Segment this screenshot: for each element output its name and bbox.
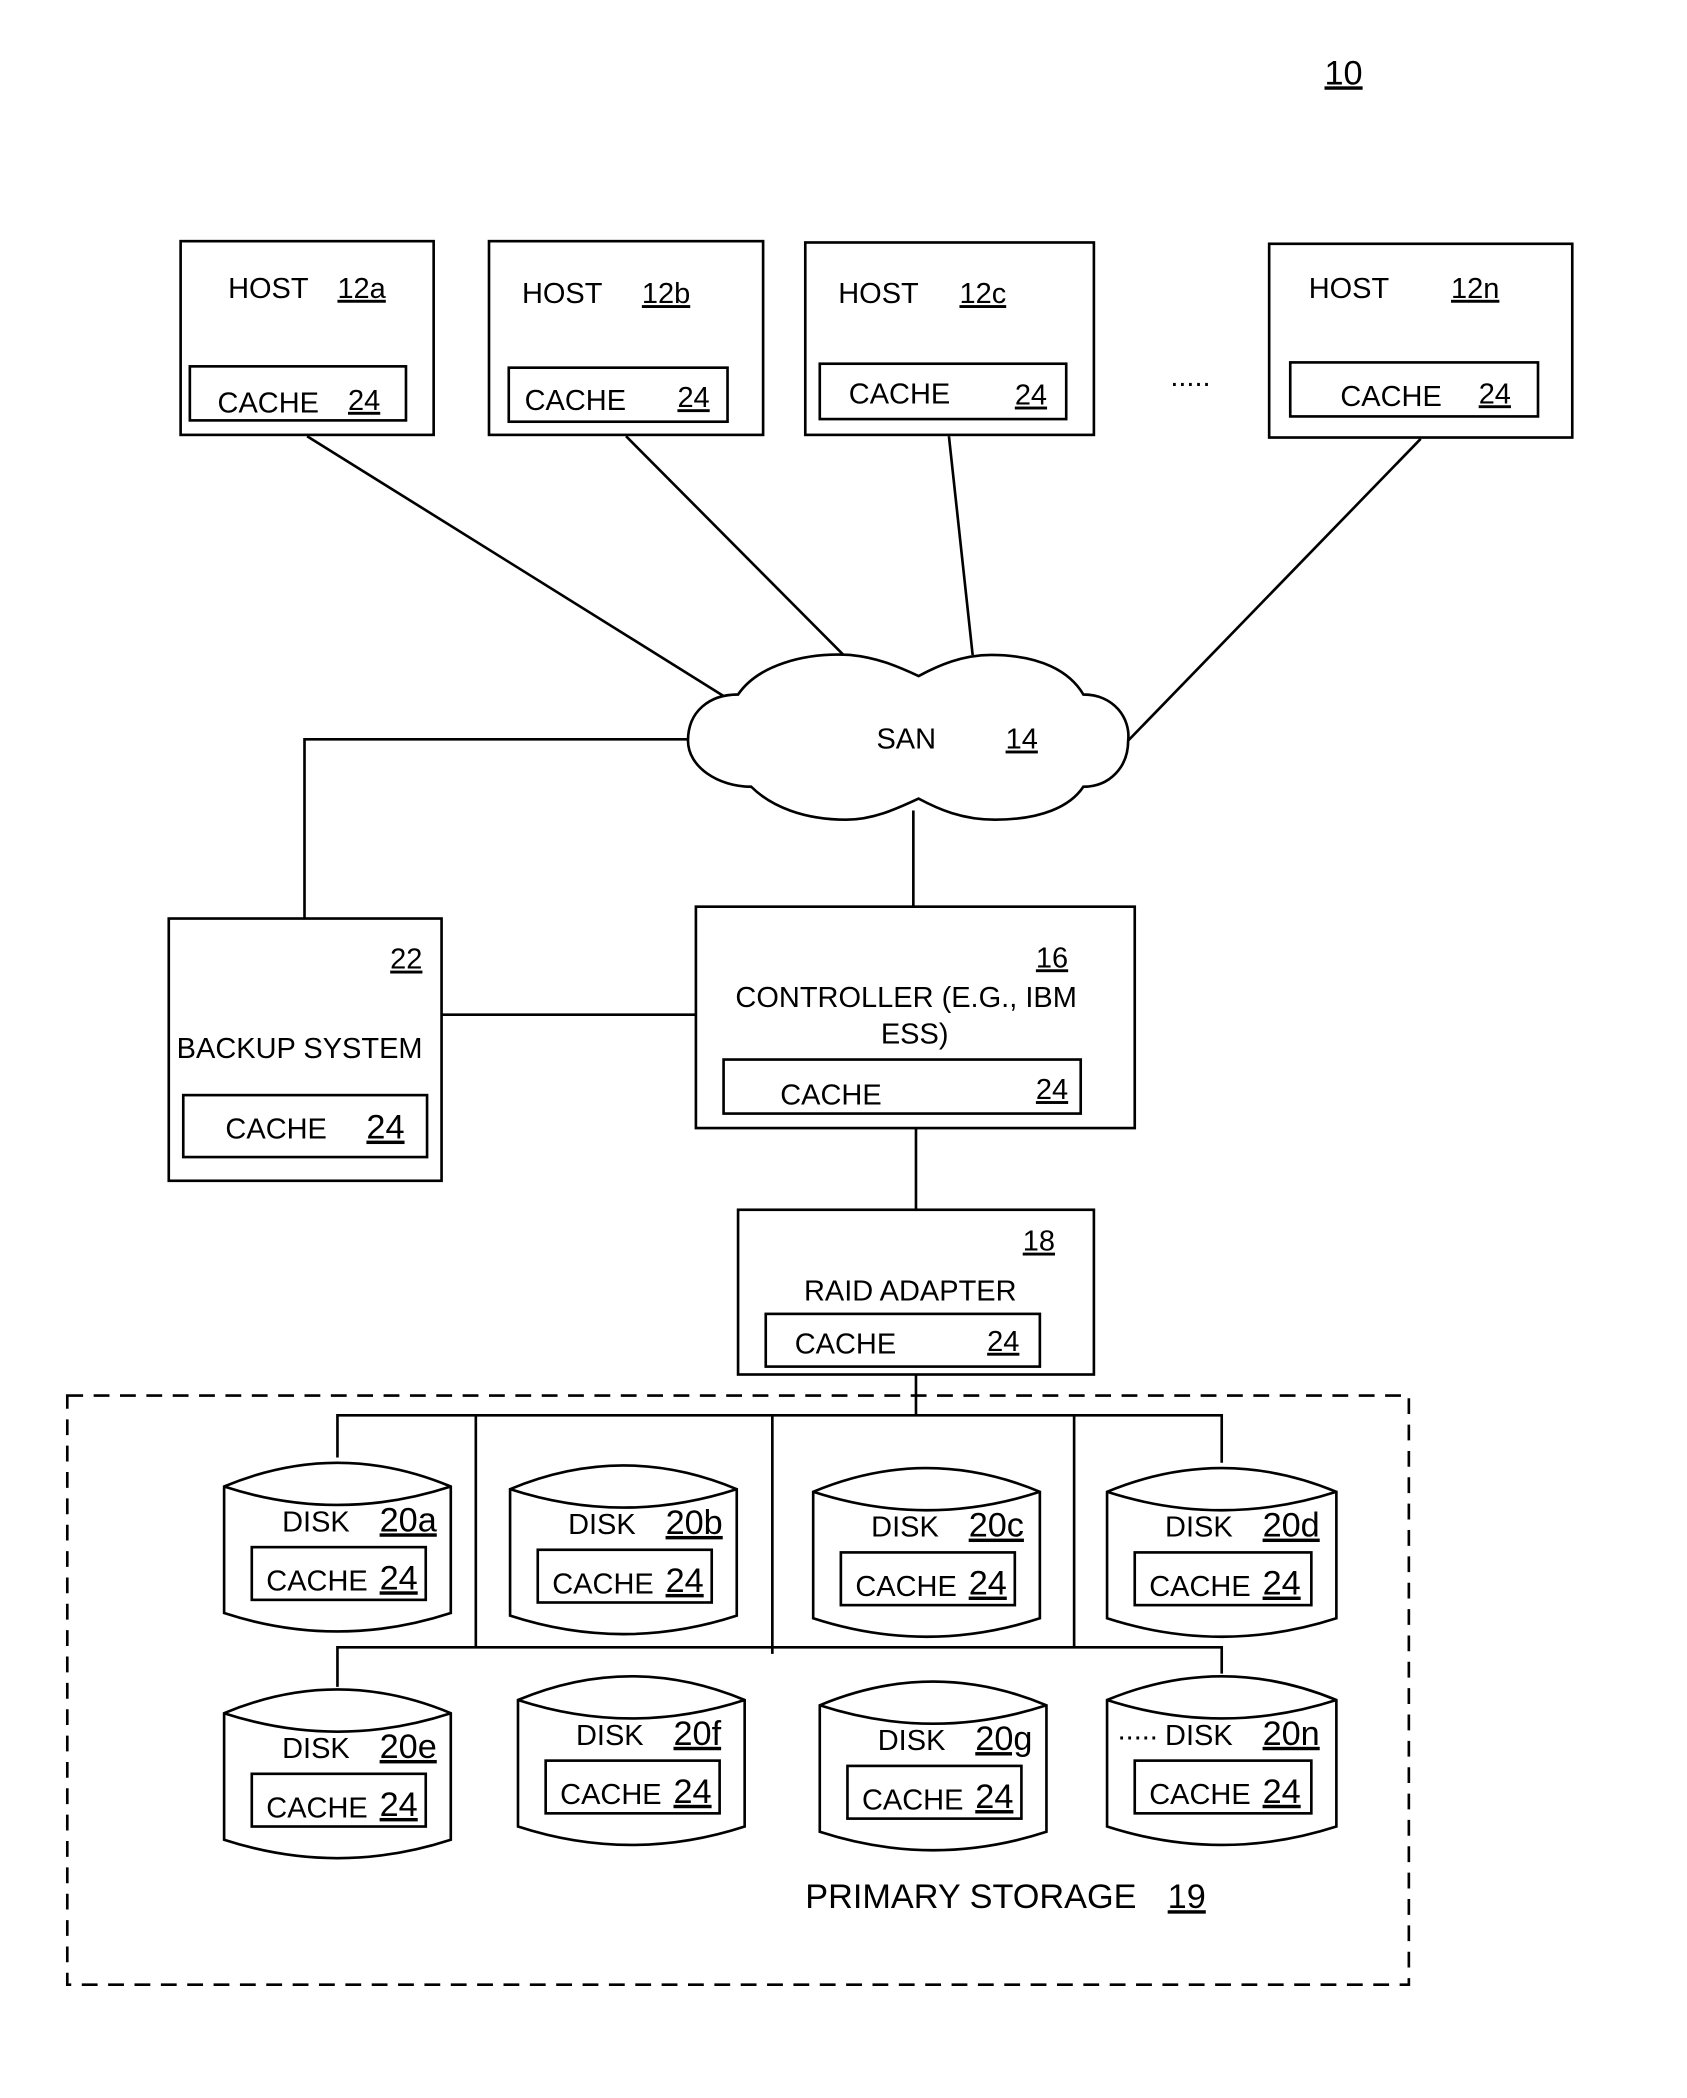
- cache-label: CACHE: [795, 1328, 896, 1360]
- cache-label: CACHE: [855, 1571, 956, 1603]
- san-label: SAN: [876, 724, 936, 756]
- cache-ref: 24: [1263, 1773, 1301, 1811]
- host-label: HOST: [522, 278, 603, 310]
- cache-label: CACHE: [218, 387, 319, 419]
- disk-label: DISK: [871, 1512, 939, 1544]
- raid-label: RAID ADAPTER: [804, 1276, 1017, 1308]
- disk-20d[interactable]: DISK 20d CACHE 24: [1105, 1466, 1338, 1639]
- raid-adapter[interactable]: 18 RAID ADAPTER CACHE 24: [736, 1208, 1096, 1376]
- cache-ref: 24: [1479, 378, 1511, 410]
- diagram-canvas: 10 HOST 12a CACHE 24 HOST 12b CACHE 24 H…: [0, 0, 1687, 2098]
- storage-bus-top: [336, 1414, 1224, 1463]
- cache-ref: 24: [673, 1773, 711, 1811]
- cache-ref: 24: [380, 1559, 418, 1597]
- host-ref: 12b: [642, 278, 690, 310]
- cache-ref: 24: [348, 385, 380, 417]
- cache-ref: 24: [1036, 1074, 1068, 1106]
- disk-20e[interactable]: DISK 20e CACHE 24: [222, 1688, 453, 1860]
- cache-box: [722, 1058, 1083, 1115]
- san-cloud[interactable]: SAN 14: [686, 653, 1130, 822]
- host-ellipsis: .....: [1170, 361, 1210, 393]
- backup-ref: 22: [390, 944, 422, 976]
- controller-ref: 16: [1036, 942, 1068, 974]
- storage-bus-bottom: [336, 1645, 1224, 1687]
- cache-ref: 24: [975, 1778, 1013, 1816]
- host-label: HOST: [1309, 273, 1390, 305]
- cache-label: CACHE: [849, 378, 950, 410]
- disk-ref: 20a: [380, 1501, 438, 1539]
- disk-ref: 20b: [666, 1504, 723, 1542]
- disk-label: DISK: [878, 1725, 946, 1757]
- link-san-backup: [303, 737, 688, 919]
- cache-ref: 24: [1015, 380, 1047, 412]
- disk-label: DISK: [282, 1506, 350, 1538]
- disk-label: DISK: [576, 1720, 644, 1752]
- disk-ref: 20f: [673, 1715, 721, 1753]
- cache-ref: 24: [677, 382, 709, 414]
- host-label: HOST: [838, 278, 919, 310]
- host-ref: 12c: [959, 278, 1006, 310]
- link-host-12c-san: [947, 436, 974, 656]
- cache-label: CACHE: [525, 385, 626, 417]
- disk-ref: 20e: [380, 1728, 437, 1766]
- disk-20g[interactable]: DISK 20g CACHE 24: [818, 1680, 1048, 1852]
- disk-20c[interactable]: DISK 20c CACHE 24: [811, 1466, 1042, 1639]
- host-ref: 12n: [1451, 273, 1499, 305]
- disk-label: DISK: [1165, 1720, 1233, 1752]
- disk-ref: 20g: [975, 1720, 1032, 1758]
- cache-label: CACHE: [780, 1079, 881, 1111]
- cache-ref: 24: [969, 1565, 1007, 1603]
- raid-ref: 18: [1023, 1226, 1055, 1258]
- cache-ref: 24: [366, 1109, 404, 1147]
- cache-label: CACHE: [266, 1566, 367, 1598]
- host-label: HOST: [228, 273, 309, 305]
- cache-ref: 24: [666, 1562, 704, 1600]
- figure-ref: 10: [1325, 54, 1363, 92]
- san-ref: 14: [1006, 724, 1038, 756]
- backup-system[interactable]: 22 BACKUP SYSTEM CACHE 24: [167, 917, 443, 1183]
- primary-storage-label: PRIMARY STORAGE: [805, 1878, 1136, 1916]
- cache-label: CACHE: [225, 1114, 326, 1146]
- disk-20f[interactable]: DISK 20f CACHE 24: [516, 1674, 746, 1847]
- cache-ref: 24: [1263, 1565, 1301, 1603]
- disk-ref: 20n: [1263, 1715, 1320, 1753]
- cache-label: CACHE: [862, 1784, 963, 1816]
- controller-label-line2: ESS): [881, 1019, 949, 1051]
- disk-20a[interactable]: DISK 20a CACHE 24: [222, 1461, 453, 1633]
- backup-label: BACKUP SYSTEM: [177, 1033, 423, 1065]
- host-12a[interactable]: HOST 12a CACHE 24: [179, 239, 435, 437]
- host-ref: 12a: [337, 273, 386, 305]
- controller[interactable]: 16 CONTROLLER (E.G., IBM ESS) CACHE 24: [694, 905, 1137, 1130]
- cache-label: CACHE: [552, 1568, 653, 1600]
- host-12n[interactable]: HOST 12n CACHE 24: [1267, 242, 1574, 439]
- link-host-12n-san: [1127, 437, 1422, 742]
- host-12b[interactable]: HOST 12b CACHE 24: [487, 239, 765, 437]
- system-diagram: 10 HOST 12a CACHE 24 HOST 12b CACHE 24 H…: [65, 54, 1574, 1986]
- disk-label: DISK: [1165, 1512, 1233, 1544]
- cache-label: CACHE: [266, 1792, 367, 1824]
- cache-label: CACHE: [1340, 381, 1441, 413]
- cache-ref: 24: [987, 1326, 1019, 1358]
- link-host-12b-san: [625, 435, 845, 656]
- disk-label: DISK: [282, 1733, 350, 1765]
- disk-array: DISK 20a CACHE 24 DISK 20b CACHE 24 DISK 20c CACHE…: [222, 1461, 1338, 1860]
- disk-label: DISK: [568, 1509, 636, 1541]
- primary-storage-ref: 19: [1168, 1878, 1206, 1916]
- cache-label: CACHE: [1149, 1571, 1250, 1603]
- disk-20b[interactable]: DISK 20b CACHE 24: [508, 1464, 739, 1636]
- disk-ref: 20d: [1263, 1507, 1320, 1545]
- host-12c[interactable]: HOST 12c CACHE 24: [803, 241, 1096, 437]
- disk-ellipsis: .....: [1118, 1715, 1158, 1747]
- cache-ref: 24: [380, 1786, 418, 1824]
- disk-ref: 20c: [969, 1507, 1024, 1545]
- disk-20n[interactable]: DISK 20n CACHE 24: [1105, 1674, 1338, 1847]
- cache-label: CACHE: [560, 1779, 661, 1811]
- controller-label-line1: CONTROLLER (E.G., IBM: [735, 982, 1076, 1014]
- cache-label: CACHE: [1149, 1779, 1250, 1811]
